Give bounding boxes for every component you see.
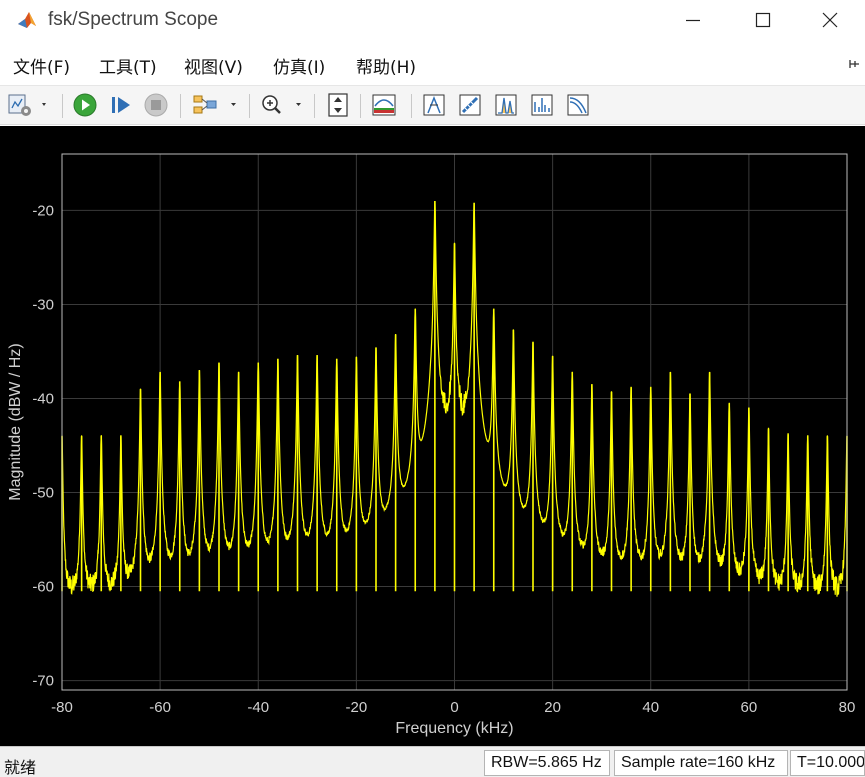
toolbar-separator (314, 94, 315, 118)
window-title: fsk/Spectrum Scope (48, 9, 219, 30)
toolbar-separator (249, 94, 250, 118)
x-axis-label: Frequency (kHz) (395, 720, 513, 737)
stop-button[interactable] (142, 92, 170, 118)
data-cursor-icon (423, 94, 445, 116)
close-icon (822, 12, 838, 28)
x-tick-label: 80 (839, 699, 856, 716)
sample-rate-readout: Sample rate=160 kHz (614, 750, 788, 776)
spectrum-settings-button[interactable] (369, 92, 401, 118)
toolbar-separator (411, 94, 412, 118)
data-cursor-button[interactable] (420, 92, 450, 118)
rbw-readout: RBW=5.865 Hz (484, 750, 610, 776)
toolbar (0, 85, 865, 125)
y-tick-labels: -70 -60 -50 -40 -30 -20 (32, 202, 54, 689)
toolbar-separator (180, 94, 181, 118)
spectrum-chart: -80 -60 -40 -20 0 20 40 60 80 -70 -60 -50 -40 -30 -20… (7, 153, 855, 737)
x-tick-label: -80 (51, 699, 73, 716)
run-button[interactable] (71, 92, 99, 118)
x-tick-labels: -80 -60 -40 -20 0 20 40 60 80 (51, 699, 855, 716)
step-forward-icon (112, 97, 130, 113)
y-axis-label: Magnitude (dBW / Hz) (7, 343, 24, 500)
y-tick-label: -30 (32, 296, 54, 313)
peak-finder-icon (495, 94, 517, 116)
zoom-in-icon (262, 95, 301, 114)
menu-view[interactable]: 视图(V) (184, 53, 243, 78)
plot-area: -80 -60 -40 -20 0 20 40 60 80 -70 -60 -50 -40 -30 -20… (0, 126, 865, 746)
measurement-icon (459, 94, 481, 116)
x-tick-label: -20 (346, 699, 368, 716)
maximize-button[interactable] (728, 0, 798, 40)
time-readout: T=10.000 (790, 750, 865, 776)
status-bar: 就绪 RBW=5.865 Hz Sample rate=160 kHz T=10… (0, 746, 865, 777)
toolbar-separator (62, 94, 63, 118)
title-bar: fsk/Spectrum Scope (0, 0, 865, 42)
menu-simulation[interactable]: 仿真(I) (273, 53, 325, 78)
scale-axes-button[interactable] (323, 92, 353, 118)
ccdf-button[interactable] (564, 92, 594, 118)
distortion-icon (531, 94, 553, 116)
y-tick-label: -60 (32, 579, 54, 596)
y-tick-label: -50 (32, 485, 54, 502)
ccdf-icon (567, 94, 589, 116)
signal-highlight-button[interactable] (189, 92, 243, 118)
run-icon (73, 93, 97, 117)
signal-highlight-icon (193, 95, 236, 114)
scale-axes-icon (328, 93, 348, 117)
step-forward-button[interactable] (107, 92, 135, 118)
distortion-button[interactable] (528, 92, 558, 118)
scope-settings-icon (8, 94, 46, 116)
minimize-icon (686, 19, 700, 22)
menu-tools[interactable]: 工具(T) (99, 53, 157, 78)
x-tick-label: -60 (149, 699, 171, 716)
minimize-button[interactable] (658, 0, 728, 40)
toolbar-separator (360, 94, 361, 118)
maximize-icon (755, 12, 771, 28)
y-tick-label: -40 (32, 390, 54, 407)
matlab-icon (16, 9, 38, 31)
menu-file[interactable]: 文件(F) (13, 53, 70, 78)
y-tick-label: -70 (32, 673, 54, 690)
measurement-button[interactable] (456, 92, 486, 118)
x-tick-label: -40 (247, 699, 269, 716)
x-tick-label: 60 (741, 699, 758, 716)
status-state: 就绪 (4, 758, 37, 777)
spectrum-settings-icon (372, 94, 396, 116)
peaks (61, 201, 848, 592)
pin-icon[interactable] (847, 58, 861, 70)
y-tick-label: -20 (32, 202, 54, 219)
x-tick-label: 40 (642, 699, 659, 716)
scope-settings-button[interactable] (6, 92, 50, 118)
menu-help[interactable]: 帮助(H) (356, 53, 416, 78)
peak-finder-button[interactable] (492, 92, 522, 118)
x-tick-label: 20 (544, 699, 561, 716)
stop-icon (144, 93, 168, 117)
zoom-button[interactable] (258, 92, 308, 118)
menu-bar: 文件(F) 工具(T) 视图(V) 仿真(I) 帮助(H) (0, 44, 865, 84)
x-tick-label: 0 (450, 699, 458, 716)
close-button[interactable] (795, 0, 865, 40)
